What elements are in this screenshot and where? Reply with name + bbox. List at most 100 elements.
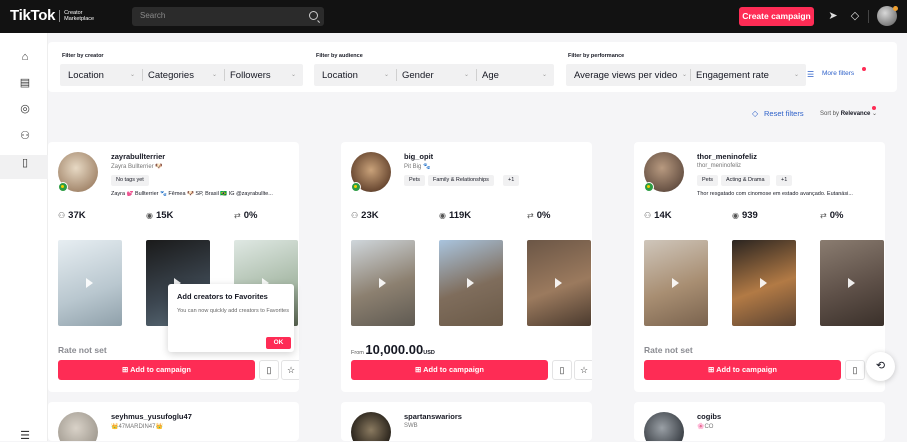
filter-audience-location[interactable]: Location [322,70,358,81]
avatar-notification-dot [893,6,898,11]
more-filters-icon[interactable]: ☰ [807,70,814,79]
video-thumbnail[interactable] [732,240,796,326]
filter-divider [224,69,225,81]
filter-engagement-rate[interactable]: Engagement rate [696,70,769,81]
brazil-flag-icon [351,182,361,192]
collapse-menu-icon[interactable]: ☰ [19,430,31,442]
tiktok-logo[interactable]: TikTok Creator Marketplace [10,7,94,24]
creator-card[interactable]: big_opit Pit Big 🐾 Pets Family & Relatio… [341,142,592,392]
star-icon: ☆ [286,365,296,375]
reset-icon[interactable]: ◇ [752,109,758,118]
creator-name[interactable]: big_opit [404,152,433,161]
bookmark-icon[interactable]: ▯ [19,157,31,169]
filter-panel: Filter by creator Location ⌄ Categories … [48,42,897,92]
tooltip-ok-button[interactable]: OK [266,337,291,349]
video-thumbnail[interactable] [527,240,591,326]
campaign-icon[interactable]: ▤ [19,77,31,89]
add-to-campaign-button[interactable]: ⊞ Add to campaign [644,360,841,380]
add-to-campaign-label: Add to campaign [130,365,191,374]
followers-value: 14K [654,210,672,221]
chevron-down-icon: ⌄ [212,72,218,78]
filter-audience-age[interactable]: Age [482,70,499,81]
play-icon [379,278,386,288]
favorite-button[interactable]: ☆ [281,360,299,380]
engagement-value: 0% [536,210,551,221]
creator-tag-more[interactable]: +1 [503,175,520,186]
creator-tag: Acting & Drama [721,175,770,186]
video-thumbnail[interactable] [351,240,415,326]
creator-card[interactable]: zayrabullterrier Zayra Bullterrier 🐶 No … [48,142,299,392]
compass-icon[interactable]: ◎ [19,103,31,115]
play-icon [555,278,562,288]
creator-name[interactable]: cogibs [697,412,721,421]
search-input[interactable]: Search [132,7,324,26]
price-label: From 10,000.00USD [351,342,435,357]
add-to-campaign-label: Add to campaign [716,365,777,374]
sort-notification-dot [872,106,876,110]
filter-creator-followers[interactable]: Followers [230,70,271,81]
create-campaign-button[interactable]: Create campaign [739,7,814,26]
play-icon [848,278,855,288]
video-thumbnail[interactable] [820,240,884,326]
video-thumbnail[interactable] [439,240,503,326]
home-icon[interactable]: ⌂ [19,51,31,63]
sort-value: Relevance [840,111,871,117]
tooltip-text: You can now quickly add creators to Favo… [177,308,289,314]
creator-name[interactable]: zayrabullterrier [111,152,165,161]
views-value: 939 [741,210,758,221]
creator-avatar[interactable] [644,412,684,441]
top-bar: TikTok Creator Marketplace Search Create… [0,0,907,33]
bell-icon[interactable]: ◇ [849,10,861,22]
video-thumbnail[interactable] [58,240,122,326]
followers-icon: ⚇ [644,211,652,220]
search-icon[interactable] [309,11,318,20]
creator-tag: Pets [404,175,426,186]
creator-name[interactable]: spartanswariors [404,412,462,421]
creator-card[interactable]: cogibs 🌸CO [634,402,885,441]
engagement-icon: ⇄ [234,211,241,220]
sort-label: Sort by [820,111,840,117]
creator-avatar[interactable] [351,412,391,441]
creator-tag-more[interactable]: +1 [776,175,793,186]
more-filters-button[interactable]: More filters [822,70,854,77]
creator-bio: Thor resgatado com cinomose em estado av… [697,191,853,197]
creator-card[interactable]: thor_meninofeliz thor_meninofeliz Pets A… [634,142,885,392]
filter-average-views[interactable]: Average views per video [574,70,677,81]
sidebar: ⌂ ▤ ◎ ⚇ ▯ ☰ [0,33,48,442]
price-from: From [351,350,364,356]
filter-creator-location[interactable]: Location [68,70,104,81]
creator-card[interactable]: seyhmus_yusufoglu47 👑47MARDIN47👑 [48,402,299,441]
followers-stat: ⚇ 37K [58,210,86,221]
followers-value: 37K [68,210,86,221]
creator-name[interactable]: seyhmus_yusufoglu47 [111,412,192,421]
play-circle-icon: ◉ [146,211,153,220]
logo-subtitle: Creator Marketplace [64,10,94,22]
plus-square-icon: ⊞ [415,365,424,374]
favorite-button[interactable]: ☆ [574,360,592,380]
video-thumbnail[interactable] [644,240,708,326]
filter-audience-group: Location ⌄ Gender ⌄ Age ⌄ [314,64,554,86]
add-to-campaign-button[interactable]: ⊞ Add to campaign [58,360,255,380]
creator-name[interactable]: thor_meninofeliz [697,152,757,161]
creators-icon[interactable]: ⚇ [19,130,31,142]
creator-avatar[interactable] [58,412,98,441]
play-icon [672,278,679,288]
views-stat: ◉ 15K [146,210,173,221]
add-to-campaign-button[interactable]: ⊞ Add to campaign [351,360,548,380]
save-bookmark-button[interactable]: ▯ [259,360,279,380]
chevron-down-icon: ⌄ [794,72,800,78]
sort-dropdown[interactable]: Sort by Relevance ⌄ [820,110,877,117]
engagement-icon: ⇄ [820,211,827,220]
filter-creator-categories[interactable]: Categories [148,70,194,81]
reset-filters-button[interactable]: Reset filters [764,109,804,118]
play-icon [86,278,93,288]
filter-divider [690,69,691,81]
followers-stat: ⚇ 23K [351,210,379,221]
creator-tag: Pets [697,175,719,186]
creator-card[interactable]: spartanswariors SWB [341,402,592,441]
save-bookmark-button[interactable]: ▯ [552,360,572,380]
filter-audience-gender[interactable]: Gender [402,70,434,81]
save-bookmark-button[interactable]: ▯ [845,360,865,380]
help-float-button[interactable]: ⟲ [866,352,895,381]
send-icon[interactable]: ➤ [827,10,839,22]
